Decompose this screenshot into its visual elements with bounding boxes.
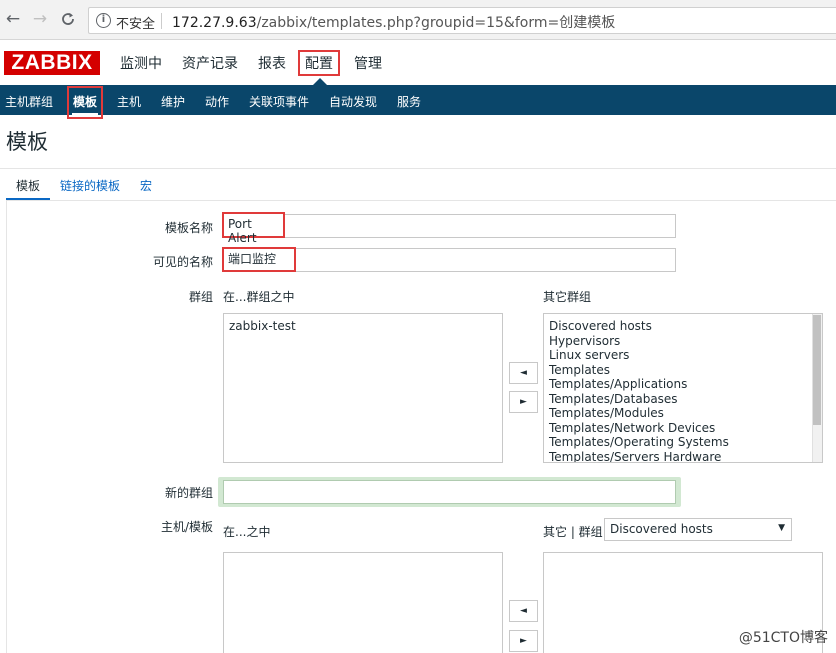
in-hosts-list[interactable] [223, 552, 503, 653]
reload-icon [62, 13, 74, 25]
active-menu-indicator [313, 78, 327, 85]
reload-button[interactable] [57, 8, 79, 30]
subnav-discovery[interactable]: 自动发现 [329, 93, 377, 110]
list-item[interactable]: Templates/Operating Systems [549, 435, 817, 450]
address-bar[interactable]: i 不安全 172.27.9.63/zabbix/templates.php?g… [88, 7, 836, 34]
menu-inventory[interactable]: 资产记录 [182, 53, 238, 73]
menu-configuration[interactable]: 配置 [298, 50, 340, 76]
browser-toolbar: ← → i 不安全 172.27.9.63/zabbix/templates.p… [0, 0, 836, 40]
list-item[interactable]: Discovered hosts [549, 319, 817, 334]
host-group-select[interactable]: Discovered hosts ▼ [604, 518, 792, 541]
template-name-label: 模板名称 [164, 221, 213, 235]
subnav-hosts[interactable]: 主机 [117, 93, 141, 110]
menu-administration[interactable]: 管理 [354, 53, 382, 73]
template-name-input[interactable] [222, 214, 676, 238]
url-text: 172.27.9.63/zabbix/templates.php?groupid… [172, 12, 615, 32]
list-item[interactable]: Templates/Databases [549, 392, 817, 407]
menu-monitoring[interactable]: 监测中 [120, 53, 162, 73]
new-group-label: 新的群组 [164, 486, 213, 500]
tab-template[interactable]: 模板 [16, 177, 40, 194]
url-path: /zabbix/templates.php?groupid=15&form=创建… [256, 15, 616, 31]
url-host: 172.27.9.63 [172, 15, 257, 31]
in-groups-list[interactable]: zabbix-test [223, 313, 503, 463]
subnav-maintenance[interactable]: 维护 [161, 93, 185, 110]
menu-reports[interactable]: 报表 [258, 53, 286, 73]
list-item[interactable]: Templates/Modules [549, 406, 817, 421]
tab-linked-templates[interactable]: 链接的模板 [60, 177, 120, 194]
move-host-left-button[interactable]: ◄ [509, 600, 538, 622]
new-group-focus-ring [218, 477, 681, 507]
zabbix-logo[interactable]: ZABBIX [4, 51, 100, 75]
move-left-button[interactable]: ◄ [509, 362, 538, 384]
forward-button[interactable]: → [29, 8, 51, 30]
subnav-host-groups[interactable]: 主机群组 [5, 93, 53, 110]
visible-name-value: 端口监控 [222, 247, 296, 272]
new-group-input[interactable] [223, 480, 676, 504]
zabbix-header: ZABBIX 监测中 资产记录 报表 配置 管理 [0, 40, 836, 85]
url-separator [161, 13, 162, 29]
move-host-right-button[interactable]: ► [509, 630, 538, 652]
insecure-label: 不安全 [116, 17, 156, 32]
groups-label: 群组 [188, 290, 213, 304]
subnav-actions[interactable]: 动作 [205, 93, 229, 110]
chevron-down-icon: ▼ [778, 523, 785, 533]
template-name-value: Port Alert [222, 212, 285, 245]
other-groups-header: 其它群组 [543, 290, 592, 304]
back-button[interactable]: ← [2, 8, 24, 30]
list-item[interactable]: Hypervisors [549, 334, 817, 349]
list-item[interactable]: Templates [549, 363, 817, 378]
tab-bar: 模板 链接的模板 宏 [0, 168, 836, 201]
move-right-button[interactable]: ► [509, 391, 538, 413]
other-groups-list[interactable]: Discovered hosts Hypervisors Linux serve… [543, 313, 823, 463]
page-title: 模板 [6, 130, 48, 154]
tab-macros[interactable]: 宏 [140, 177, 152, 194]
in-hosts-header: 在...之中 [223, 525, 271, 539]
host-group-select-value: Discovered hosts [610, 522, 713, 536]
list-item[interactable]: Templates/Servers Hardware [549, 450, 817, 463]
sub-navigation: 主机群组 模板 主机 维护 动作 关联项事件 自动发现 服务 [0, 85, 836, 119]
info-icon[interactable]: i [96, 13, 111, 28]
scrollbar-thumb[interactable] [813, 315, 821, 425]
list-item[interactable]: Templates/Applications [549, 377, 817, 392]
other-hosts-header: 其它 | 群组 [543, 525, 603, 539]
watermark: @51CTO博客 [738, 630, 828, 646]
hosts-templates-label: 主机/模板 [160, 520, 213, 534]
visible-name-label: 可见的名称 [152, 255, 213, 269]
subnav-templates[interactable]: 模板 [67, 86, 104, 119]
scrollbar[interactable] [812, 314, 822, 462]
in-groups-header: 在...群组之中 [223, 290, 295, 304]
list-item[interactable]: zabbix-test [229, 319, 497, 334]
subnav-correlation[interactable]: 关联项事件 [249, 93, 309, 110]
subnav-services[interactable]: 服务 [397, 93, 421, 110]
list-item[interactable]: Linux servers [549, 348, 817, 363]
list-item[interactable]: Templates/Network Devices [549, 421, 817, 436]
